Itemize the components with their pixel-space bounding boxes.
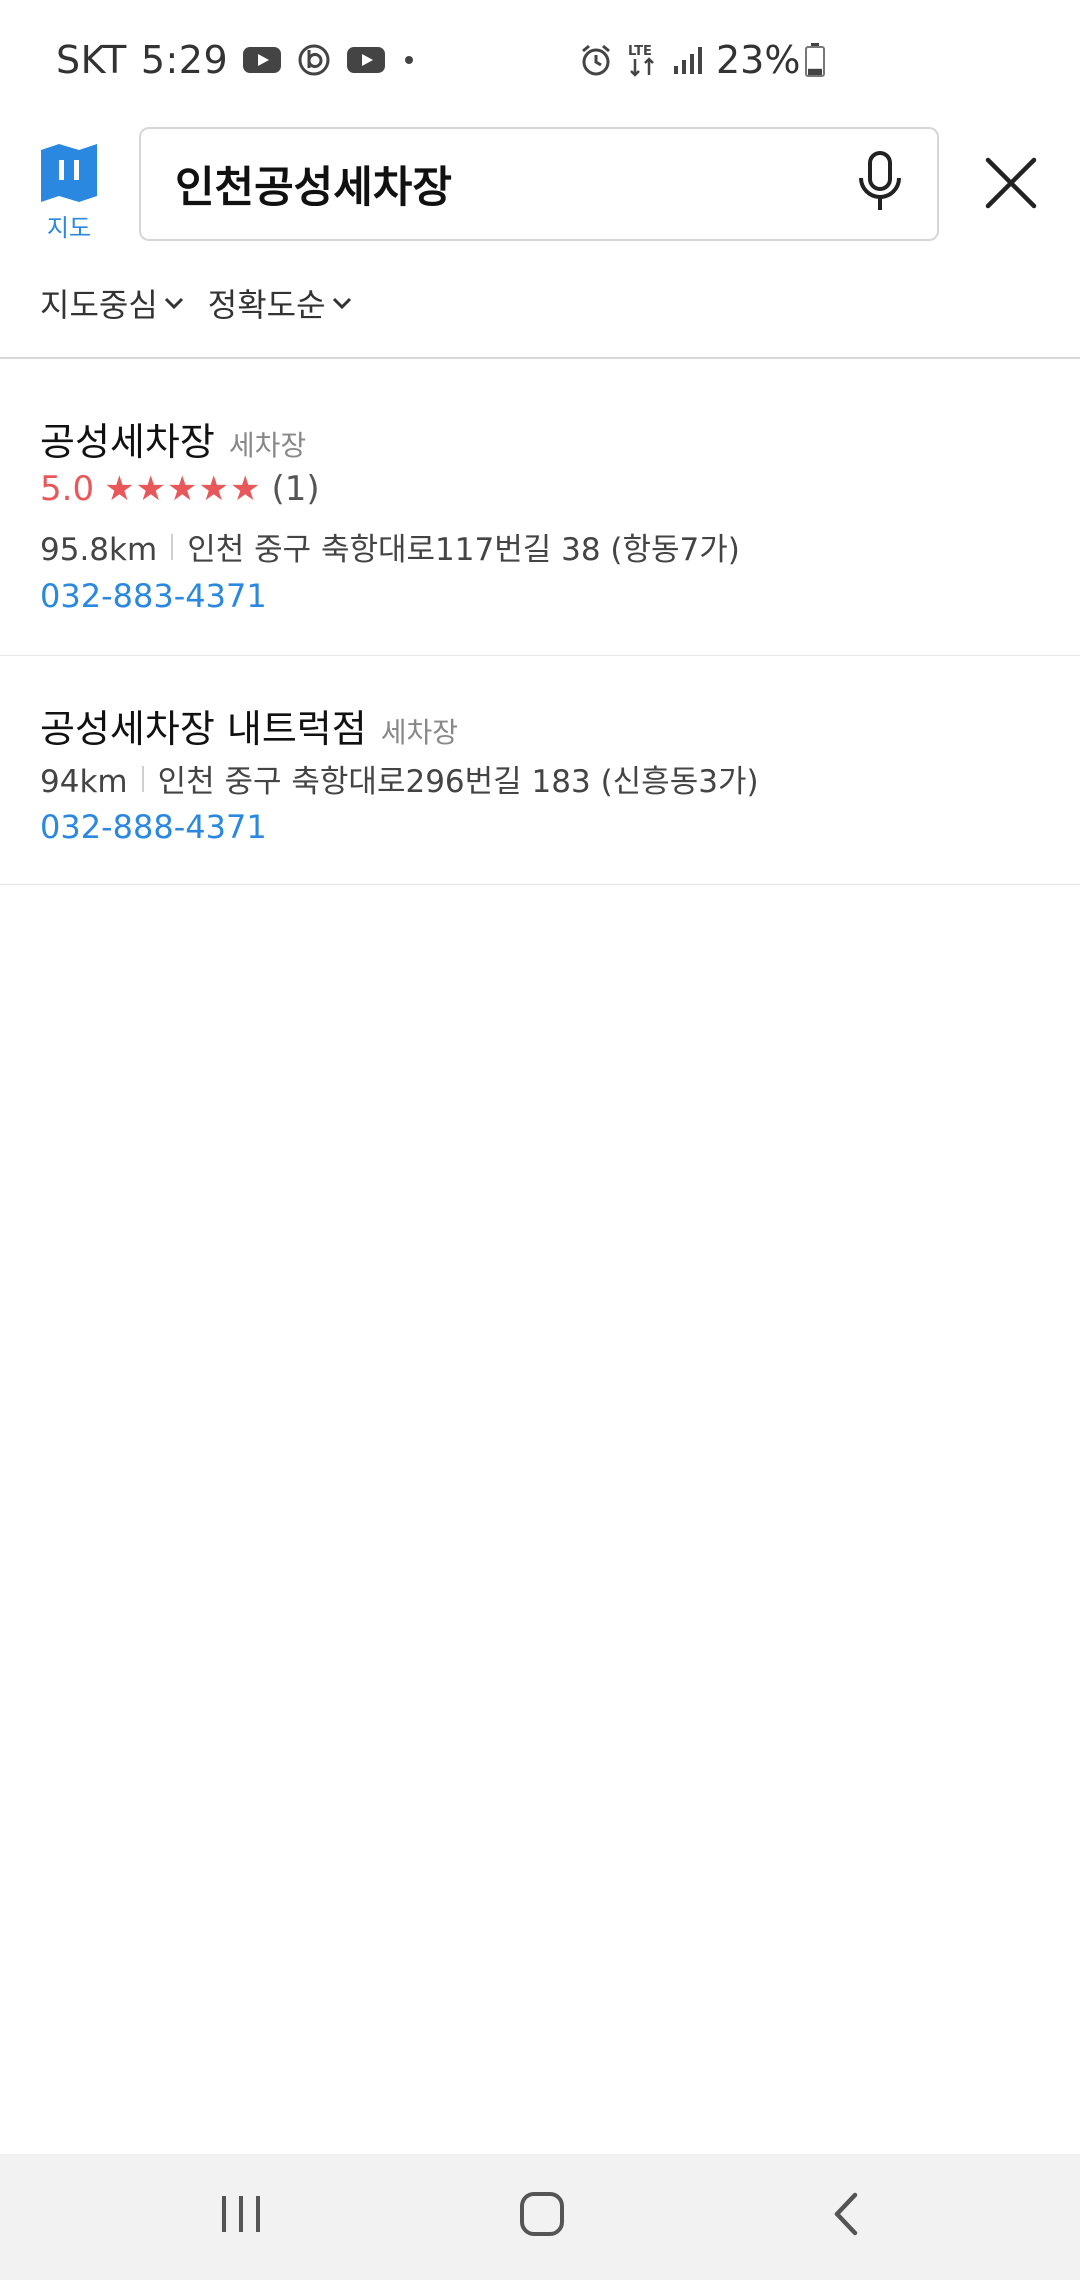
filter-label: 지도중심 xyxy=(40,286,158,324)
recent-apps-icon xyxy=(218,2191,264,2241)
result-info-row: 95.8km 인천 중구 축항대로117번길 38 (항동7가) xyxy=(40,524,740,569)
alarm-icon xyxy=(578,42,614,78)
navigation-bar xyxy=(0,2154,1080,2280)
filter-bar: 지도중심 정확도순 xyxy=(40,280,376,326)
filter-label: 정확도순 xyxy=(207,286,326,324)
result-title-row: 공성세차장 세차장 xyxy=(40,411,306,466)
result-distance: 95.8km xyxy=(40,532,158,568)
result-phone-link[interactable]: 032-883-4371 xyxy=(40,577,267,615)
filter-sort-accuracy[interactable]: 정확도순 xyxy=(208,280,354,326)
microphone-icon xyxy=(855,150,905,218)
separator xyxy=(141,765,144,792)
battery-icon xyxy=(804,42,826,78)
result-address: 인천 중구 축항대로117번길 38 (항동7가) xyxy=(187,532,740,568)
result-title-row: 공성세차장 내트럭점 세차장 xyxy=(40,698,458,753)
map-view-button[interactable]: 지도 xyxy=(32,142,106,242)
result-item[interactable]: 공성세차장 내트럭점 세차장 94km 인천 중구 축항대로296번길 183 … xyxy=(0,656,1080,884)
search-input[interactable] xyxy=(175,151,775,217)
result-category: 세차장 xyxy=(380,716,459,749)
close-button[interactable] xyxy=(976,150,1046,220)
result-phone-row: 032-888-4371 xyxy=(40,808,267,846)
filter-map-center[interactable]: 지도중심 xyxy=(40,280,186,326)
result-info-row: 94km 인천 중구 축항대로296번길 183 (신흥동3가) xyxy=(40,756,759,801)
result-name: 공성세차장 xyxy=(40,420,215,464)
status-bar-left: SKT 5:29 xyxy=(56,38,432,82)
back-button[interactable] xyxy=(800,2176,890,2256)
result-phone-link[interactable]: 032-888-4371 xyxy=(40,808,267,846)
close-icon xyxy=(984,156,1038,214)
separator xyxy=(171,533,174,560)
rating-stars: ★★★★★ xyxy=(104,469,262,509)
status-bar-right: LTE 23% xyxy=(578,38,838,82)
youtube-icon xyxy=(346,45,386,75)
clock-label: 5:29 xyxy=(140,38,229,82)
result-divider xyxy=(0,884,1080,885)
chevron-down-icon xyxy=(330,291,354,315)
carrier-label: SKT xyxy=(56,38,127,82)
home-icon xyxy=(517,2189,567,2243)
result-address: 인천 중구 축항대로296번길 183 (신흥동3가) xyxy=(157,764,759,800)
rating-score: 5.0 xyxy=(40,469,95,509)
chevron-down-icon xyxy=(162,291,186,315)
result-distance: 94km xyxy=(40,764,128,800)
result-rating-row: 5.0 ★★★★★ (1) xyxy=(40,469,320,509)
status-bar: SKT 5:29 LTE 23% xyxy=(0,0,1080,130)
back-icon xyxy=(825,2189,865,2243)
result-category: 세차장 xyxy=(228,429,307,462)
b-app-icon xyxy=(298,42,330,78)
battery-percent-label: 23% xyxy=(716,38,801,82)
lte-label: LTE xyxy=(628,44,652,59)
home-button[interactable] xyxy=(497,2176,587,2256)
dot-icon xyxy=(402,53,416,67)
voice-search-button[interactable] xyxy=(847,149,913,219)
result-name: 공성세차장 내트럭점 xyxy=(40,707,367,751)
recent-apps-button[interactable] xyxy=(196,2176,286,2256)
youtube-icon xyxy=(242,45,282,75)
review-count: (1) xyxy=(271,469,320,509)
signal-icon xyxy=(672,44,704,76)
search-box[interactable] xyxy=(139,127,939,241)
map-label: 지도 xyxy=(46,214,92,242)
result-phone-row: 032-883-4371 xyxy=(40,577,267,615)
result-item[interactable]: 공성세차장 세차장 5.0 ★★★★★ (1) 95.8km 인천 중구 축항대… xyxy=(0,359,1080,655)
lte-icon: LTE xyxy=(626,42,660,78)
